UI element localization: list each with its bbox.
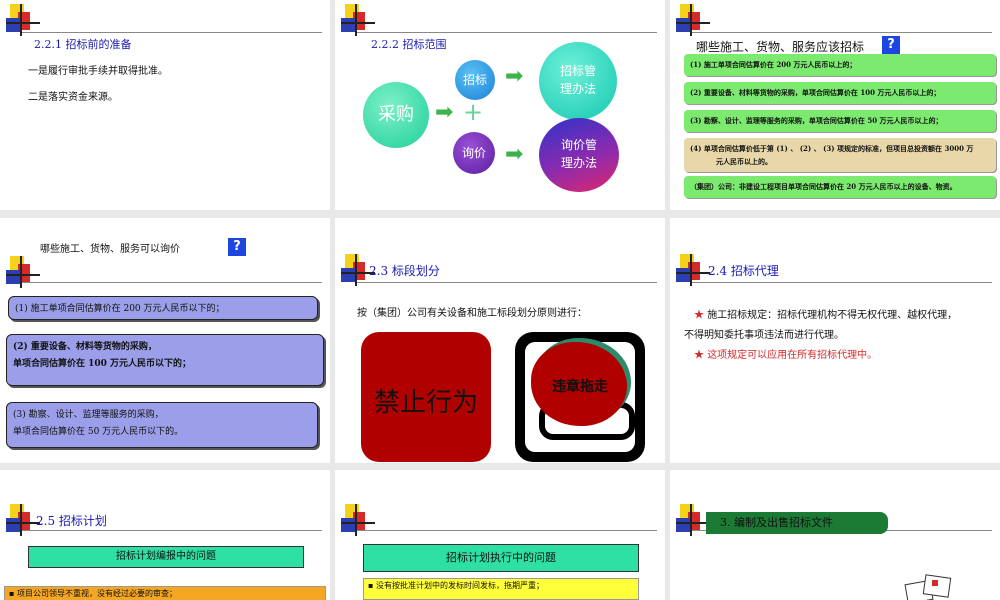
title-rule <box>692 32 992 33</box>
title-rule <box>357 32 657 33</box>
forbidden-sign: 禁止行为 <box>361 332 491 462</box>
item-line: 单项合同估算价在 50 万元人民币以下的。 <box>13 427 184 437</box>
xunjia-mgmt-circle: 询价管 理办法 <box>539 118 619 192</box>
text-line: ★ 这项规定可以应用在所有招标代理中。 <box>694 346 877 361</box>
rule-item-4: (4) 单项合同估算价低于第 (1) 、 (2) 、 (3) 项规定的标准，但项… <box>684 138 996 172</box>
slide-title: 2.4 招标代理 <box>708 264 779 278</box>
arrow-icon: ➡ <box>505 64 524 89</box>
xunjia-circle: 询价 <box>453 132 495 174</box>
plus-icon: + <box>463 98 484 126</box>
slide-2-5[interactable]: 2.5 招标计划 招标计划编报中的问题 ▪ 项目公司领导不重视，没有经过必要的审… <box>0 470 330 600</box>
star-icon: ★ <box>694 350 704 361</box>
star-icon: ★ <box>694 310 704 321</box>
title-rule <box>357 530 657 531</box>
logo-icon <box>676 504 710 536</box>
item-line: (2) 重要设备、材料等货物的采购， <box>13 342 157 352</box>
item-line: 单项合同估算价在 100 万元人民币以下的； <box>13 359 192 369</box>
tow-sign: 违章拖走 <box>515 332 645 462</box>
slide-plan-execution[interactable]: 招标计划执行中的问题 ▪ 没有按批准计划中的发标时间发标，拖期严重； <box>335 470 665 600</box>
slide-3[interactable]: 3. 编制及出售招标文件 <box>670 470 1000 600</box>
label: 理办法 <box>560 156 597 170</box>
rule-line: 元人民币以上的。 <box>716 157 772 166</box>
zhaobiao-mgmt-circle: 招标管 理办法 <box>539 42 617 120</box>
slide-title: 2.3 标段划分 <box>369 264 440 278</box>
slide-title: 哪些施工、货物、服务可以询价 <box>40 244 180 255</box>
rule-item: (2) 重要设备、材料等货物的采购，单项合同估算价在 100 万元人民币以上的； <box>684 82 996 104</box>
slide-title: 哪些施工、货物、服务应该招标 <box>696 40 865 54</box>
arrow-icon: ➡ <box>505 142 524 167</box>
slide-2-4[interactable]: 2.4 招标代理 ★ 施工招标规定：招标代理机构不得无权代理、越权代理， 不得明… <box>670 218 1000 463</box>
slide-2-2-1[interactable]: 2.2.1 招标前的准备 一是履行审批手续并取得批准。 二是落实资金来源。 <box>0 0 330 210</box>
label: 招标管 <box>559 64 596 78</box>
rule-line: (4) 单项合同估算价低于第 (1) 、 (2) 、 (3) 项规定的标准，但项… <box>690 144 974 153</box>
zhaobiao-circle: 招标 <box>455 60 495 100</box>
inquiry-item: (1) 施工单项合同估算价在 200 万元人民币以下的； <box>8 296 318 320</box>
text-span: 这项规定可以应用在所有招标代理中。 <box>707 350 878 361</box>
slide-title: 2.2.2 招标范围 <box>371 38 447 51</box>
inquiry-item: (3) 勘察、设计、监理等服务的采购， 单项合同估算价在 50 万元人民币以下的… <box>6 402 318 448</box>
label: 询价管 <box>560 138 597 152</box>
title-rule <box>357 282 657 283</box>
sign-label: 禁止行为 <box>373 388 478 418</box>
problem-banner: 招标计划编报中的问题 <box>28 546 304 568</box>
item-line: (3) 勘察、设计、监理等服务的采购， <box>13 410 164 420</box>
text-line: ★ 施工招标规定：招标代理机构不得无权代理、越权代理， <box>694 306 957 321</box>
inquiry-item: (2) 重要设备、材料等货物的采购， 单项合同估算价在 100 万元人民币以下的… <box>6 334 324 386</box>
arrow-icon: ➡ <box>435 100 454 125</box>
text-line: 二是落实资金来源。 <box>28 92 118 103</box>
title-rule <box>22 32 322 33</box>
rule-item: (3) 勘察、设计、监理等服务的采购，单项合同估算价在 50 万元人民币以上的； <box>684 110 996 132</box>
label: 理办法 <box>559 82 596 96</box>
title-rule <box>22 282 322 283</box>
slide-title: 2.2.1 招标前的准备 <box>34 38 132 51</box>
title-rule <box>692 282 992 283</box>
text-line: 不得明知委托事项违法而进行代理。 <box>684 330 844 341</box>
slide-can-inquire[interactable]: 哪些施工、货物、服务可以询价 ? (1) 施工单项合同估算价在 200 万元人民… <box>0 218 330 463</box>
rule-item: （集团）公司：非建设工程项目单项合同估算价在 20 万元人民币以上的设备、物资。 <box>684 176 996 198</box>
slide-2-3[interactable]: 2.3 标段划分 按（集团）公司有关设备和施工标段划分原则进行： 禁止行为 违章… <box>335 218 665 463</box>
logo-icon <box>341 504 375 536</box>
slide-title: 2.5 招标计划 <box>36 514 107 528</box>
question-mark-icon: ? <box>882 36 900 54</box>
slide-2-2-2[interactable]: 2.2.2 招标范围 采购 ➡ + 招标 询价 ➡ ➡ 招标管 理办法 询价管 … <box>335 0 665 210</box>
intro-text: 按（集团）公司有关设备和施工标段划分原则进行： <box>357 308 587 319</box>
sign-label: 违章拖走 <box>552 379 608 395</box>
problem-note: ▪ 没有按批准计划中的发标时间发标，拖期严重； <box>363 578 639 600</box>
document-stack-icon <box>904 574 956 600</box>
text-span: 施工招标规定：招标代理机构不得无权代理、越权代理， <box>707 310 958 321</box>
rule-item: (1) 施工单项合同估算价在 200 万元人民币以上的； <box>684 54 996 76</box>
slide-should-tender[interactable]: 哪些施工、货物、服务应该招标 ? (1) 施工单项合同估算价在 200 万元人民… <box>670 0 1000 210</box>
question-mark-icon: ? <box>228 238 246 256</box>
caigou-circle: 采购 <box>363 82 429 148</box>
problem-banner: 招标计划执行中的问题 <box>363 544 639 572</box>
slide-title: 3. 编制及出售招标文件 <box>706 512 888 534</box>
title-rule <box>22 530 322 531</box>
problem-note: ▪ 项目公司领导不重视，没有经过必要的审查； <box>4 586 326 600</box>
text-line: 一是履行审批手续并取得批准。 <box>28 66 168 77</box>
logo-icon <box>6 256 40 288</box>
logo-icon <box>6 504 40 536</box>
